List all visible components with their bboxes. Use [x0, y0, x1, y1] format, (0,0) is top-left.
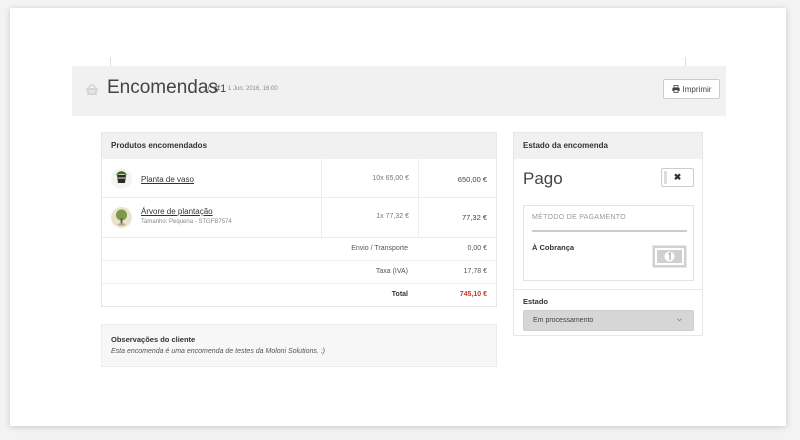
payment-method-heading: MÉTODO DE PAGAMENTO: [532, 214, 626, 221]
product-total: 77,32 €: [461, 213, 487, 222]
state-select[interactable]: Em processamento: [523, 310, 694, 331]
summary-label: Total: [391, 291, 408, 298]
payment-status-toggle[interactable]: ✖: [661, 168, 694, 187]
close-icon[interactable]: ✖: [662, 172, 693, 183]
product-quantity-price: 10x 65,00 €: [372, 175, 409, 182]
order-total-value: 745,10 €: [459, 291, 487, 298]
customer-notes-text: Esta encomenda é uma encomenda de testes…: [111, 348, 326, 355]
summary-row-shipping: Envio / Transporte 0,00 €: [102, 238, 496, 261]
ordered-products-heading: Produtos encomendados: [102, 133, 496, 159]
printer-icon: [671, 85, 680, 93]
summary-row-tax: Taxa (IVA) 17,78 €: [102, 261, 496, 284]
page-title: Encomendas: [107, 77, 218, 98]
summary-label: Envio / Transporte: [351, 245, 408, 252]
table-row: Planta de vaso 10x 65,00 € 650,00 €: [102, 159, 496, 198]
table-row: Árvore de plantação Tamanho: Pequena - S…: [102, 198, 496, 238]
page-header: Encomendas / #1 1 Jun. 2016, 16:00 Impri…: [72, 66, 726, 116]
order-number: #1: [214, 83, 227, 95]
summary-label: Taxa (IVA): [375, 268, 408, 275]
customer-notes: Observações do cliente Esta encomenda é …: [101, 324, 497, 367]
payment-method-value: À Cobrança: [532, 243, 575, 252]
order-date: 1 Jun. 2016, 16:00: [228, 86, 278, 92]
customer-notes-title: Observações do cliente: [111, 335, 196, 344]
title-separator: /: [207, 83, 211, 95]
potted-plant-icon: [111, 168, 132, 189]
order-page: Encomendas / #1 1 Jun. 2016, 16:00 Impri…: [72, 66, 726, 380]
ordered-products-panel: Produtos encomendados Planta de vaso 10x…: [101, 132, 497, 307]
basket-icon: [86, 84, 98, 95]
payment-method-box: MÉTODO DE PAGAMENTO À Cobrança: [523, 205, 694, 281]
summary-value: 0,00 €: [467, 245, 487, 252]
summary-value: 17,78 €: [463, 268, 487, 275]
order-status-heading: Estado da encomenda: [514, 133, 702, 159]
print-button-label: Imprimir: [682, 84, 712, 94]
product-total: 650,00 €: [457, 175, 487, 184]
divider: [514, 289, 702, 290]
tree-icon: [111, 207, 132, 228]
page-content: Produtos encomendados Planta de vaso 10x…: [72, 116, 726, 380]
divider: [532, 230, 687, 232]
product-quantity-price: 1x 77,32 €: [376, 213, 409, 220]
state-label: Estado: [523, 297, 549, 306]
guide-line-left: [110, 57, 111, 66]
product-link[interactable]: Árvore de plantação: [141, 207, 213, 216]
order-status-panel: Estado da encomenda Pago ✖ MÉTODO DE PAG…: [513, 132, 703, 336]
banknote-icon: [652, 245, 687, 268]
guide-line-right: [685, 57, 686, 66]
product-link[interactable]: Planta de vaso: [141, 175, 194, 184]
chevron-down-icon: [677, 318, 682, 322]
state-selected-value: Em processamento: [533, 317, 594, 324]
payment-status: Pago: [523, 169, 563, 188]
print-button[interactable]: Imprimir: [663, 79, 720, 99]
product-variant: Tamanho: Pequena - STGFB7574: [141, 219, 232, 225]
summary-row-total: Total 745,10 €: [102, 284, 496, 307]
